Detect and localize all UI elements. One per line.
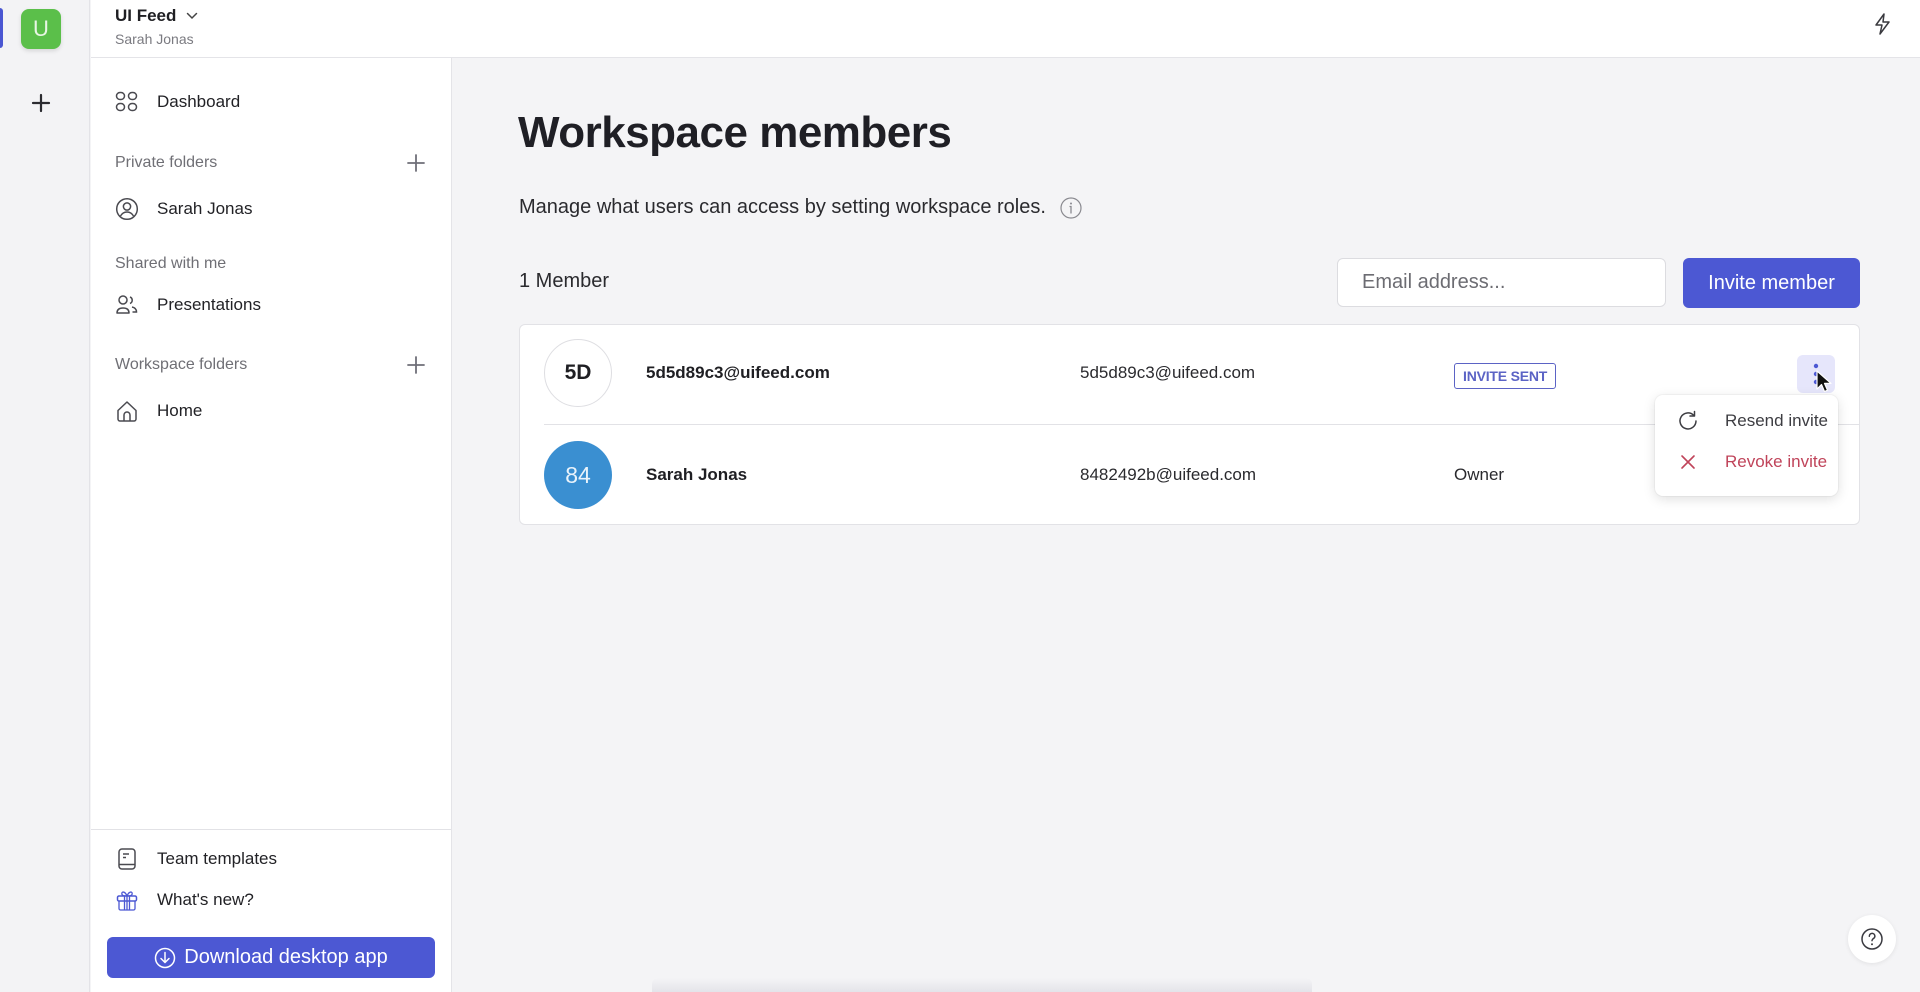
workspace-rail: U: [0, 0, 90, 992]
section-label: Private folders: [115, 154, 218, 171]
help-button[interactable]: [1848, 915, 1896, 963]
menu-item-label: Resend invite: [1725, 411, 1829, 430]
home-icon: [117, 401, 137, 422]
member-role: Owner: [1454, 465, 1505, 484]
menu-item-label: Revoke invite: [1725, 452, 1828, 471]
section-private-folders: Private folders: [115, 154, 425, 172]
row-actions-menu: Resend invite Revoke invite: [1655, 395, 1838, 496]
download-desktop-app-button[interactable]: Download desktop app: [107, 937, 435, 978]
grid-icon: [115, 91, 138, 112]
users-icon: [116, 295, 138, 314]
member-count: 1 Member: [519, 270, 610, 292]
workspace-menu-toggle[interactable]: UI Feed: [115, 6, 198, 26]
sidebar-divider: [91, 829, 451, 830]
section-workspace-folders: Workspace folders: [115, 356, 425, 374]
add-workspace-folder-button[interactable]: [407, 356, 425, 374]
member-name: Sarah Jonas: [646, 465, 748, 484]
download-circle-icon: [155, 947, 176, 968]
page-description: Manage what users can access by setting …: [519, 196, 1082, 219]
book-icon: [118, 848, 136, 870]
member-name: 5d5d89c3@uifeed.com: [646, 363, 830, 382]
lightning-bolt-icon[interactable]: [1872, 12, 1894, 36]
sidebar-item-team-templates[interactable]: Team templates: [115, 844, 435, 874]
avatar: 5D: [544, 339, 612, 407]
user-circle-icon: [115, 197, 139, 221]
plus-icon: [407, 356, 425, 374]
more-vertical-icon: [1813, 363, 1819, 385]
sidebar: Dashboard Private folders Sarah Jonas Sh…: [91, 58, 452, 992]
workspace-name: UI Feed: [115, 6, 177, 25]
revoke-invite-menu-item[interactable]: Revoke invite: [1655, 444, 1838, 480]
gift-icon: [116, 891, 138, 911]
sidebar-item-label: Presentations: [157, 295, 261, 314]
status-badge: INVITE SENT: [1454, 363, 1557, 389]
section-shared-with-me: Shared with me: [115, 255, 425, 273]
bottom-toast-shadow: [652, 978, 1312, 992]
info-icon[interactable]: [1060, 196, 1082, 219]
sidebar-item-dashboard[interactable]: Dashboard: [115, 87, 435, 117]
section-label: Workspace folders: [115, 356, 248, 373]
sidebar-item-sarah-jonas[interactable]: Sarah Jonas: [115, 194, 435, 224]
member-email: 5d5d89c3@uifeed.com: [1080, 363, 1256, 382]
sidebar-item-label: Sarah Jonas: [157, 199, 253, 218]
row-actions-button[interactable]: [1797, 355, 1835, 393]
section-label: Shared with me: [115, 255, 227, 272]
question-circle-icon: [1861, 928, 1883, 950]
refresh-icon: [1679, 410, 1697, 430]
invite-email-input[interactable]: [1337, 258, 1666, 307]
sidebar-item-home[interactable]: Home: [115, 396, 435, 426]
download-label: Download desktop app: [184, 946, 388, 968]
page-title: Workspace members: [518, 108, 952, 157]
main-content: Workspace members Manage what users can …: [452, 58, 1920, 992]
sidebar-item-presentations[interactable]: Presentations: [115, 290, 435, 320]
close-icon: [1681, 455, 1695, 469]
plus-icon: [31, 93, 51, 113]
sidebar-item-label: Team templates: [157, 849, 277, 868]
plus-icon: [407, 154, 425, 172]
sidebar-item-label: Home: [157, 401, 203, 420]
add-private-folder-button[interactable]: [407, 154, 425, 172]
sidebar-item-label: Dashboard: [157, 92, 241, 111]
chevron-down-icon: [187, 12, 198, 20]
add-workspace-button[interactable]: [28, 90, 54, 116]
sidebar-item-whats-new[interactable]: What's new?: [115, 885, 435, 915]
invite-member-button[interactable]: Invite member: [1683, 258, 1860, 308]
description-text: Manage what users can access by setting …: [519, 196, 1046, 218]
avatar: 84: [544, 441, 612, 509]
active-workspace-indicator: [0, 8, 3, 48]
top-bar: UI Feed Sarah Jonas: [91, 0, 1920, 58]
resend-invite-menu-item[interactable]: Resend invite: [1655, 403, 1838, 439]
workspace-owner: Sarah Jonas: [115, 31, 194, 47]
workspace-switcher-badge[interactable]: U: [21, 9, 61, 49]
sidebar-item-label: What's new?: [157, 890, 254, 909]
member-email: 8482492b@uifeed.com: [1080, 465, 1257, 484]
